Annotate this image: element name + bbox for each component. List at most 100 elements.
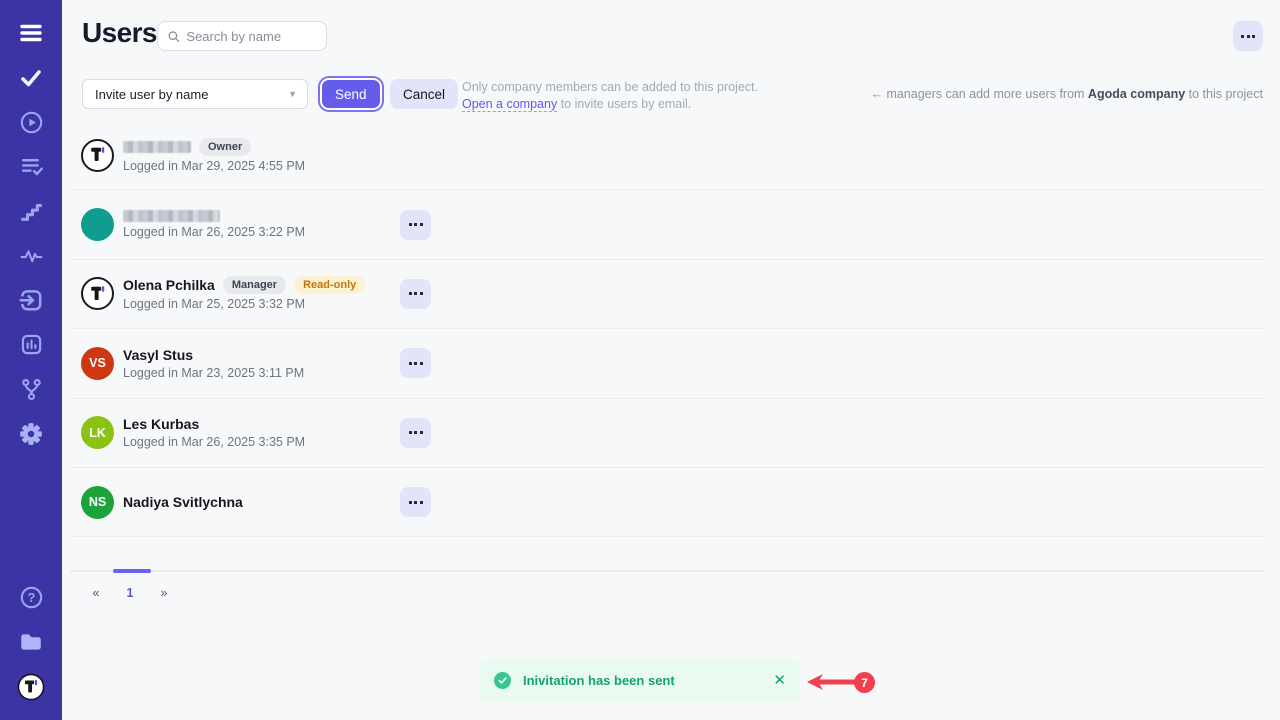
user-row: NS Nadiya Svitlychna [70, 468, 1264, 537]
ellipsis-icon [409, 362, 423, 365]
chevron-down-icon: ▼ [288, 89, 297, 99]
branch-icon [19, 377, 44, 402]
user-row: Logged in Mar 26, 2025 3:22 PM [70, 190, 1264, 259]
user-name-line: Nadiya Svitlychna [123, 494, 400, 510]
list-check-icon [19, 154, 44, 179]
activity-icon [19, 243, 44, 268]
toast-close-button[interactable]: ✕ [773, 673, 786, 688]
invite-info: Only company members can be added to thi… [462, 79, 758, 113]
toast-message: Inivitation has been sent [523, 673, 675, 688]
annotation-arrow-icon [806, 673, 856, 691]
ellipsis-icon [409, 501, 423, 504]
sidebar-top-icons [0, 11, 62, 456]
hint-suffix: to this project [1185, 87, 1263, 101]
user-row-menu-button[interactable] [400, 487, 431, 517]
check-icon [18, 65, 44, 91]
active-page-indicator [113, 569, 151, 573]
user-name: Nadiya Svitlychna [123, 494, 243, 510]
sidebar-item-branch-icon[interactable] [0, 367, 62, 412]
user-info: Nadiya Svitlychna [123, 494, 400, 510]
user-info: Olena Pchilka Manager Read-only Logged in M… [123, 276, 400, 311]
sidebar-item-bar-chart-icon[interactable] [0, 323, 62, 368]
last-login-text: Logged in Mar 29, 2025 4:55 PM [123, 159, 400, 173]
search-input[interactable] [186, 29, 318, 44]
last-login-text: Logged in Mar 26, 2025 3:35 PM [123, 435, 400, 449]
invite-info-line2-rest: to invite users by email. [557, 97, 691, 111]
toast-notification: Inivitation has been sent ✕ [480, 659, 800, 702]
hint-prefix: ← managers can add more users from [870, 87, 1087, 101]
hint-company-name: Agoda company [1088, 87, 1185, 101]
folder-icon [18, 629, 44, 655]
user-info: Logged in Mar 26, 2025 3:22 PM [123, 210, 400, 239]
last-login-text: Logged in Mar 25, 2025 3:32 PM [123, 297, 400, 311]
open-company-link[interactable]: Open a company [462, 97, 557, 112]
gear-icon [18, 421, 44, 447]
sign-in-icon [18, 287, 44, 313]
sidebar-item-sign-in-icon[interactable] [0, 278, 62, 323]
user-name: Vasyl Stus [123, 347, 193, 363]
user-info: Owner Logged in Mar 29, 2025 4:55 PM [123, 138, 400, 173]
menu-icon [17, 19, 45, 47]
user-row-menu-button[interactable] [400, 418, 431, 448]
page-title: Users [82, 17, 157, 49]
search-icon [168, 30, 179, 43]
user-row-menu-button[interactable] [400, 279, 431, 309]
managers-hint: ← managers can add more users from Agoda… [870, 87, 1263, 101]
sidebar-item-play-circle-icon[interactable] [0, 100, 62, 145]
svg-text:?: ? [27, 591, 35, 605]
sidebar-item-activity-icon[interactable] [0, 234, 62, 279]
sidebar-bottom-icons: ? [0, 576, 62, 710]
sidebar-item-menu-icon[interactable] [0, 11, 62, 56]
role-badge-owner: Owner [199, 138, 251, 156]
sidebar-item-help-icon[interactable]: ? [0, 576, 62, 621]
role-badge-read-only: Read-only [294, 276, 365, 294]
user-name: Olena Pchilka [123, 277, 215, 293]
success-check-icon [494, 672, 511, 689]
user-row: Olena Pchilka Manager Read-only Logged in M… [70, 260, 1264, 329]
pagination-rule [70, 570, 1264, 572]
redacted-user-name [123, 210, 220, 222]
role-badge-manager: Manager [223, 276, 286, 294]
bar-chart-icon [19, 332, 44, 357]
page-more-button[interactable] [1233, 21, 1263, 51]
search-box[interactable] [157, 21, 327, 51]
annotation-step-badge: 7 [854, 672, 875, 693]
brand-logo-avatar [81, 277, 114, 310]
user-avatar: NS [81, 486, 114, 519]
user-name-line: Les Kurbas [123, 416, 400, 432]
pagination-next-button[interactable]: » [154, 584, 174, 602]
last-login-text: Logged in Mar 23, 2025 3:11 PM [123, 366, 400, 380]
sidebar-item-list-check-icon[interactable] [0, 145, 62, 190]
user-name-line: Olena Pchilka Manager Read-only [123, 276, 400, 294]
pagination: « 1 » [86, 584, 174, 602]
user-avatar: VS [81, 347, 114, 380]
user-row: Owner Logged in Mar 29, 2025 4:55 PM [70, 121, 1264, 190]
user-name-line [123, 210, 400, 222]
user-row-menu-button[interactable] [400, 348, 431, 378]
user-avatar: LK [81, 416, 114, 449]
user-row: LK Les Kurbas Logged in Mar 26, 2025 3:35 … [70, 399, 1264, 468]
user-name-line: Vasyl Stus [123, 347, 400, 363]
user-avatar [81, 208, 114, 241]
cancel-button[interactable]: Cancel [390, 79, 458, 109]
user-row-menu-button[interactable] [400, 210, 431, 240]
redacted-user-name [123, 141, 191, 153]
sidebar-item-folder-icon[interactable] [0, 620, 62, 665]
sidebar-item-steps-icon[interactable] [0, 189, 62, 234]
user-info: Les Kurbas Logged in Mar 26, 2025 3:35 PM [123, 416, 400, 449]
sidebar-item-check-icon[interactable] [0, 56, 62, 101]
pagination-page-1-button[interactable]: 1 [120, 584, 140, 602]
sidebar-item-brand-logo[interactable] [0, 665, 62, 710]
user-name-line: Owner [123, 138, 400, 156]
ellipsis-icon [409, 292, 423, 295]
user-list: Owner Logged in Mar 29, 2025 4:55 PM Logge… [70, 121, 1264, 537]
steps-icon [19, 199, 44, 224]
ellipsis-icon [1241, 35, 1255, 38]
play-circle-icon [19, 110, 44, 135]
sidebar-item-gear-icon[interactable] [0, 412, 62, 457]
user-info: Vasyl Stus Logged in Mar 23, 2025 3:11 PM [123, 347, 400, 380]
help-icon: ? [19, 585, 44, 610]
invite-user-select[interactable]: Invite user by name ▼ [82, 79, 308, 109]
pagination-prev-button[interactable]: « [86, 584, 106, 602]
send-button[interactable]: Send [320, 78, 382, 110]
